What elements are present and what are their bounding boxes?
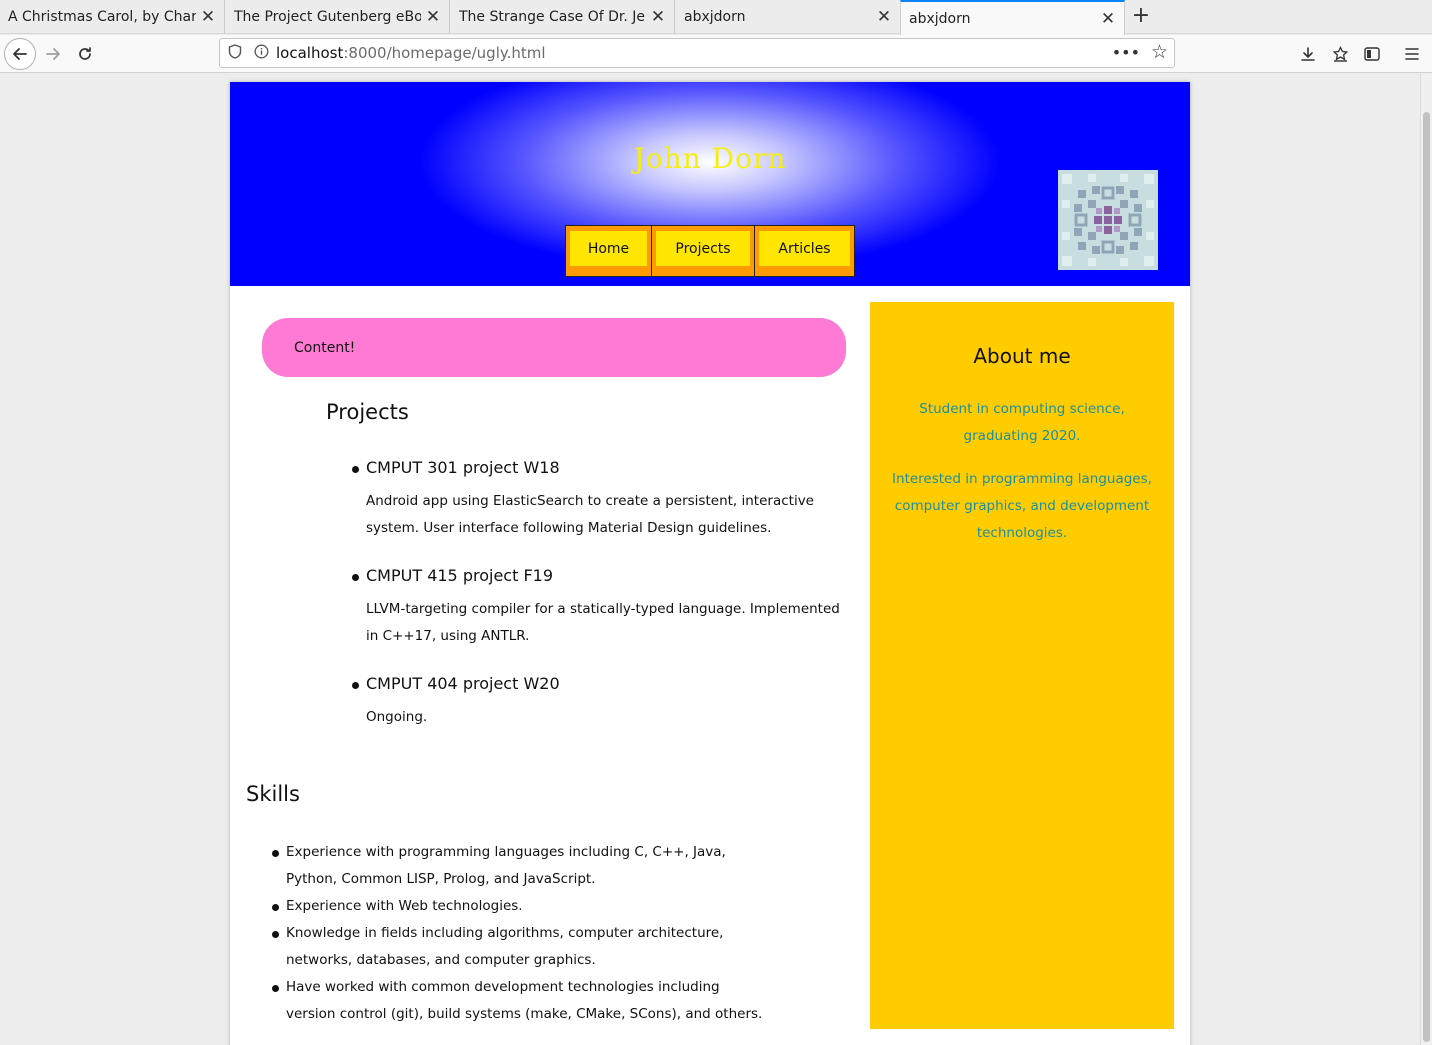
page-viewport: John Dorn Home Projects Articles Content… [0, 74, 1420, 1045]
nav-articles-label: Articles [759, 231, 850, 266]
url-path: :8000/homepage/ugly.html [343, 44, 546, 62]
content-banner: Content! [262, 318, 846, 377]
tab-jekyll[interactable]: The Strange Case Of Dr. Jekyll ✕ [451, 0, 675, 34]
download-icon[interactable] [1294, 40, 1322, 68]
sidebar-toggle-icon[interactable] [1358, 40, 1386, 68]
tab-christmas-carol[interactable]: A Christmas Carol, by Charles Dickens ✕ [0, 0, 225, 34]
skills-heading: Skills [246, 782, 300, 806]
list-item: Experience with programming languages in… [246, 839, 766, 893]
tab-title: A Christmas Carol, by Charles Dickens [8, 9, 196, 25]
url-host: localhost [276, 44, 344, 62]
about-paragraph: Student in computing science, graduating… [919, 401, 1125, 444]
close-icon[interactable]: ✕ [425, 7, 441, 27]
list-item: CMPUT 415 project F19 LLVM-targeting com… [326, 564, 846, 650]
list-item: Experience with Web technologies. [246, 893, 766, 920]
project-description: Ongoing. [366, 709, 428, 725]
new-tab-button[interactable]: + [1128, 3, 1154, 29]
list-item: CMPUT 404 project W20 Ongoing. [326, 672, 846, 731]
projects-list: CMPUT 301 project W18 Android app using … [326, 456, 846, 731]
tab-title: abxjdorn [684, 9, 746, 25]
nav-toolbar: localhost:8000/homepage/ugly.html ••• ☆ [0, 35, 1432, 73]
tab-title: abxjdorn [909, 10, 971, 27]
site-nav: Home Projects Articles [565, 225, 855, 277]
avatar-identicon [1058, 170, 1158, 270]
tab-bar: A Christmas Carol, by Charles Dickens ✕ … [0, 0, 1432, 35]
tab-project-gutenberg[interactable]: The Project Gutenberg eBook of ✕ [226, 0, 450, 34]
close-icon[interactable]: ✕ [200, 7, 216, 27]
forward-button[interactable] [37, 38, 69, 70]
bookmark-star-icon[interactable]: ☆ [1151, 41, 1168, 63]
page-actions-icon[interactable]: ••• [1112, 43, 1140, 62]
info-icon[interactable] [250, 44, 272, 63]
page-scrollbar[interactable] [1420, 74, 1432, 1045]
tab-abxjdorn-active[interactable]: abxjdorn ✕ [900, 0, 1125, 35]
arrow-right-icon [46, 48, 60, 60]
arrow-left-icon [13, 48, 27, 60]
nav-projects-label: Projects [656, 231, 750, 266]
reload-icon [79, 47, 91, 60]
nav-home-label: Home [570, 231, 647, 266]
nav-home[interactable]: Home [566, 226, 652, 276]
project-description: Android app using ElasticSearch to creat… [366, 493, 814, 536]
projects-section: Projects CMPUT 301 project W18 Android a… [326, 400, 846, 753]
skills-section: Skills Experience with programming langu… [246, 782, 766, 1028]
project-name: CMPUT 404 project W20 [366, 674, 560, 693]
projects-heading: Projects [326, 400, 409, 424]
url-bar[interactable]: localhost:8000/homepage/ugly.html ••• ☆ [219, 38, 1175, 68]
shield-icon[interactable] [220, 43, 250, 63]
project-name: CMPUT 301 project W18 [366, 458, 560, 477]
bookmarks-library-icon[interactable] [1326, 40, 1354, 68]
tab-abxjdorn-1[interactable]: abxjdorn ✕ [676, 0, 900, 34]
about-paragraph: Interested in programming languages, com… [892, 471, 1152, 541]
list-item: Have worked with common development tech… [246, 974, 766, 1028]
close-icon[interactable]: ✕ [650, 7, 666, 27]
site-title: John Dorn [633, 142, 787, 175]
about-sidebar: About me Student in computing science, g… [870, 302, 1174, 1029]
skills-list: Experience with programming languages in… [246, 839, 766, 1028]
site-header: John Dorn Home Projects Articles [230, 82, 1190, 286]
project-name: CMPUT 415 project F19 [366, 566, 553, 585]
nav-projects[interactable]: Projects [652, 226, 755, 276]
page-container: John Dorn Home Projects Articles Content… [230, 82, 1190, 1045]
tab-title: The Project Gutenberg eBook of [234, 9, 421, 25]
reload-button[interactable] [69, 38, 101, 70]
close-icon[interactable]: ✕ [876, 7, 892, 27]
back-button[interactable] [4, 38, 36, 70]
list-item: CMPUT 301 project W18 Android app using … [326, 456, 846, 542]
tab-title: The Strange Case Of Dr. Jekyll [459, 9, 646, 25]
nav-articles[interactable]: Articles [755, 226, 854, 276]
close-icon[interactable]: ✕ [1100, 9, 1116, 29]
project-description: LLVM-targeting compiler for a statically… [366, 601, 840, 644]
about-heading: About me [973, 344, 1071, 368]
hamburger-menu-icon[interactable] [1398, 40, 1426, 68]
list-item: Knowledge in fields including algorithms… [246, 920, 766, 974]
url-text: localhost:8000/homepage/ugly.html [276, 44, 546, 62]
scrollbar-thumb[interactable] [1423, 112, 1430, 1042]
